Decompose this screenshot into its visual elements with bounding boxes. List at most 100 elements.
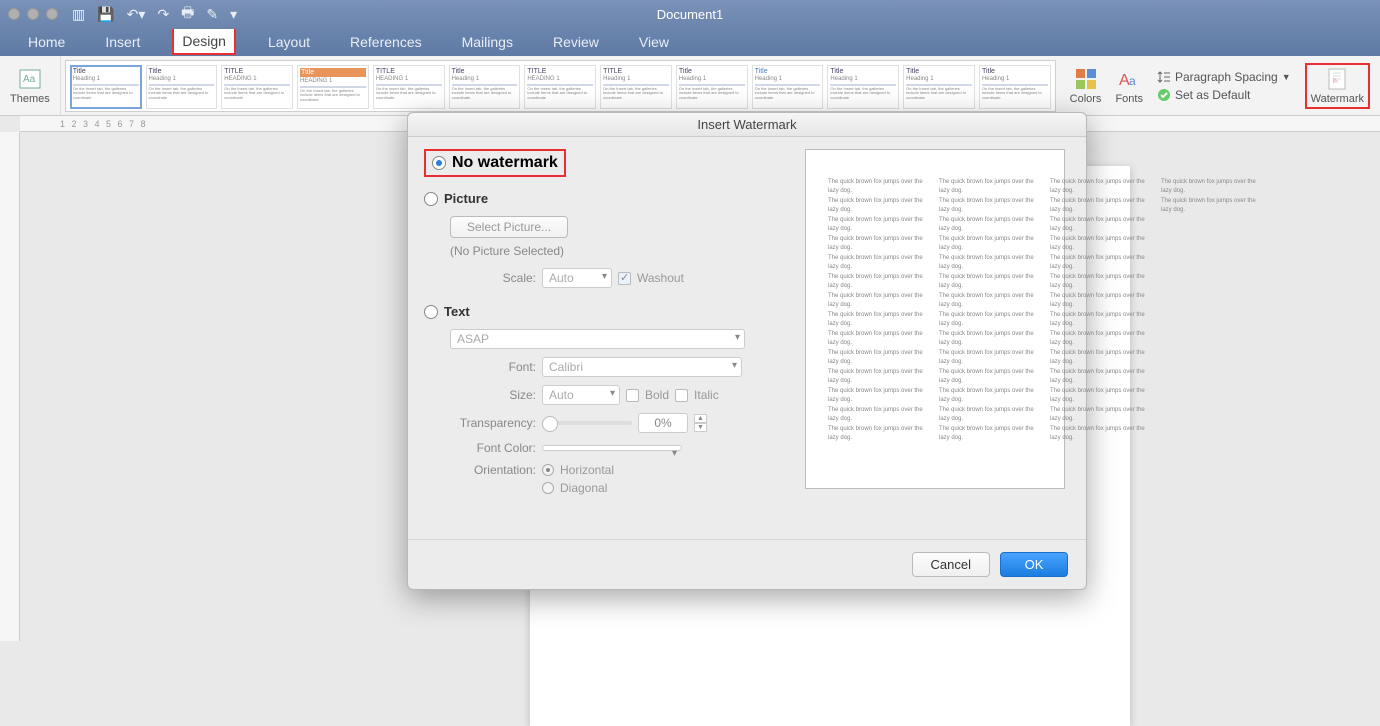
gallery-item[interactable]: TitleHeading 1On the Insert tab, the gal… [752, 65, 824, 109]
themes-button[interactable]: Aa Themes [10, 67, 50, 105]
watermark-preview: The quick brown fox jumps over the lazy … [805, 149, 1065, 489]
dialog-preview-pane: The quick brown fox jumps over the lazy … [805, 149, 1070, 539]
insert-watermark-dialog: Insert Watermark No watermark Picture Se… [407, 112, 1087, 590]
zoom-icon[interactable] [46, 8, 58, 20]
colors-icon [1074, 67, 1098, 91]
scale-label: Scale: [450, 271, 536, 285]
tab-design[interactable]: Design [174, 29, 234, 53]
watermark-label: Watermark [1311, 93, 1364, 105]
colors-button[interactable]: Colors [1070, 67, 1102, 105]
gallery-item[interactable]: TitleHeading 1On the Insert tab, the gal… [449, 65, 521, 109]
gallery-item[interactable]: TitleHeading 1On the Insert tab, the gal… [70, 65, 142, 109]
gallery-item[interactable]: TitleHEADING 1On the Insert tab, the gal… [297, 65, 369, 109]
check-icon [1157, 88, 1171, 102]
gallery-item[interactable]: TitleHeading 1On the Insert tab, the gal… [903, 65, 975, 109]
dialog-footer: Cancel OK [408, 539, 1086, 589]
paragraph-spacing-icon [1157, 70, 1171, 84]
dialog-title: Insert Watermark [408, 113, 1086, 137]
quick-access-toolbar: ▥ 💾 ↶▾ ↷ 🖶 ✎ ▾ [72, 2, 237, 26]
highlight-no-watermark: No watermark [424, 149, 566, 177]
fonts-label: Fonts [1115, 93, 1143, 105]
save-icon[interactable]: 💾 [97, 6, 114, 23]
style-gallery[interactable]: TitleHeading 1On the Insert tab, the gal… [65, 60, 1056, 112]
highlight-watermark-button: A Watermark [1305, 63, 1370, 109]
washout-checkbox[interactable] [618, 272, 631, 285]
edit-icon[interactable]: ✎ [206, 6, 218, 23]
italic-checkbox[interactable] [675, 389, 688, 402]
tab-insert[interactable]: Insert [97, 30, 148, 54]
titlebar: ▥ 💾 ↶▾ ↷ 🖶 ✎ ▾ Document1 [0, 0, 1380, 28]
undo-icon[interactable]: ↶▾ [127, 6, 146, 23]
minimize-icon[interactable] [27, 8, 39, 20]
paragraph-group: Paragraph Spacing ▼ Set as Default [1157, 70, 1291, 102]
orientation-diagonal-label: Diagonal [560, 481, 607, 495]
orientation-diagonal-radio[interactable] [542, 482, 554, 494]
themes-icon: Aa [18, 67, 42, 91]
watermark-icon: A [1325, 67, 1349, 91]
transparency-label: Transparency: [450, 416, 536, 430]
close-icon[interactable] [8, 8, 20, 20]
set-default-button[interactable]: Set as Default [1157, 88, 1291, 102]
orientation-horizontal-label: Horizontal [560, 463, 614, 477]
tab-mailings[interactable]: Mailings [454, 30, 521, 54]
no-picture-note: (No Picture Selected) [450, 244, 789, 258]
ruler-vertical [0, 132, 20, 641]
dialog-options: No watermark Picture Select Picture... (… [424, 149, 789, 539]
gallery-item[interactable]: TITLEHEADING 1On the Insert tab, the gal… [373, 65, 445, 109]
font-color-label: Font Color: [450, 441, 536, 455]
gallery-item[interactable]: TITLEHEADING 1On the Insert tab, the gal… [524, 65, 596, 109]
ribbon: Aa Themes TitleHeading 1On the Insert ta… [0, 56, 1380, 116]
tab-review[interactable]: Review [545, 30, 607, 54]
ok-button[interactable]: OK [1000, 552, 1068, 577]
tabstrip: Home Insert Design Layout References Mai… [0, 28, 1380, 56]
no-watermark-label: No watermark [452, 154, 558, 172]
gallery-item[interactable]: TitleHeading 1On the Insert tab, the gal… [146, 65, 218, 109]
scale-select[interactable]: Auto [542, 268, 612, 288]
window-controls [8, 8, 58, 20]
text-select[interactable]: ASAP [450, 329, 745, 349]
text-radio[interactable] [424, 305, 438, 319]
highlight-design-tab: Design [172, 29, 236, 55]
transparency-stepper[interactable]: ▲▼ [694, 414, 707, 432]
sidebar-icon[interactable]: ▥ [72, 6, 85, 23]
washout-label: Washout [637, 271, 684, 285]
gallery-item[interactable]: TITLEHEADING 1On the Insert tab, the gal… [221, 65, 293, 109]
transparency-slider[interactable] [542, 421, 632, 425]
bold-checkbox[interactable] [626, 389, 639, 402]
size-select[interactable]: Auto [542, 385, 620, 405]
colors-label: Colors [1070, 93, 1102, 105]
tab-layout[interactable]: Layout [260, 30, 318, 54]
tab-home[interactable]: Home [20, 30, 73, 54]
fonts-icon: Aa [1117, 67, 1141, 91]
cancel-button[interactable]: Cancel [912, 552, 990, 577]
bold-label: Bold [645, 388, 669, 402]
orientation-horizontal-radio[interactable] [542, 464, 554, 476]
tab-references[interactable]: References [342, 30, 430, 54]
orientation-label: Orientation: [450, 463, 536, 477]
font-label: Font: [450, 360, 536, 374]
italic-label: Italic [694, 388, 719, 402]
picture-label: Picture [444, 191, 488, 206]
paragraph-spacing-button[interactable]: Paragraph Spacing ▼ [1157, 70, 1291, 84]
text-label: Text [444, 304, 470, 319]
transparency-value[interactable]: 0% [638, 413, 688, 433]
ribbon-right: Colors Aa Fonts Paragraph Spacing ▼ Set … [1060, 63, 1380, 109]
svg-text:Aa: Aa [23, 74, 36, 85]
no-watermark-radio[interactable] [432, 156, 446, 170]
font-color-select[interactable] [542, 445, 682, 451]
watermark-button[interactable]: A Watermark [1311, 67, 1364, 105]
gallery-item[interactable]: TITLEHeading 1On the Insert tab, the gal… [600, 65, 672, 109]
print-icon[interactable]: 🖶 [181, 2, 194, 26]
fonts-button[interactable]: Aa Fonts [1115, 67, 1143, 105]
size-label: Size: [450, 388, 536, 402]
redo-icon[interactable]: ↷ [157, 6, 169, 23]
tab-view[interactable]: View [631, 30, 677, 54]
svg-text:a: a [1129, 74, 1136, 88]
gallery-item[interactable]: TitleHeading 1On the Insert tab, the gal… [676, 65, 748, 109]
picture-radio[interactable] [424, 192, 438, 206]
font-select[interactable]: Calibri [542, 357, 742, 377]
customize-icon[interactable]: ▾ [230, 6, 237, 23]
gallery-item[interactable]: TitleHeading 1On the Insert tab, the gal… [979, 65, 1051, 109]
gallery-item[interactable]: TitleHeading 1On the Insert tab, the gal… [827, 65, 899, 109]
select-picture-button[interactable]: Select Picture... [450, 216, 568, 238]
